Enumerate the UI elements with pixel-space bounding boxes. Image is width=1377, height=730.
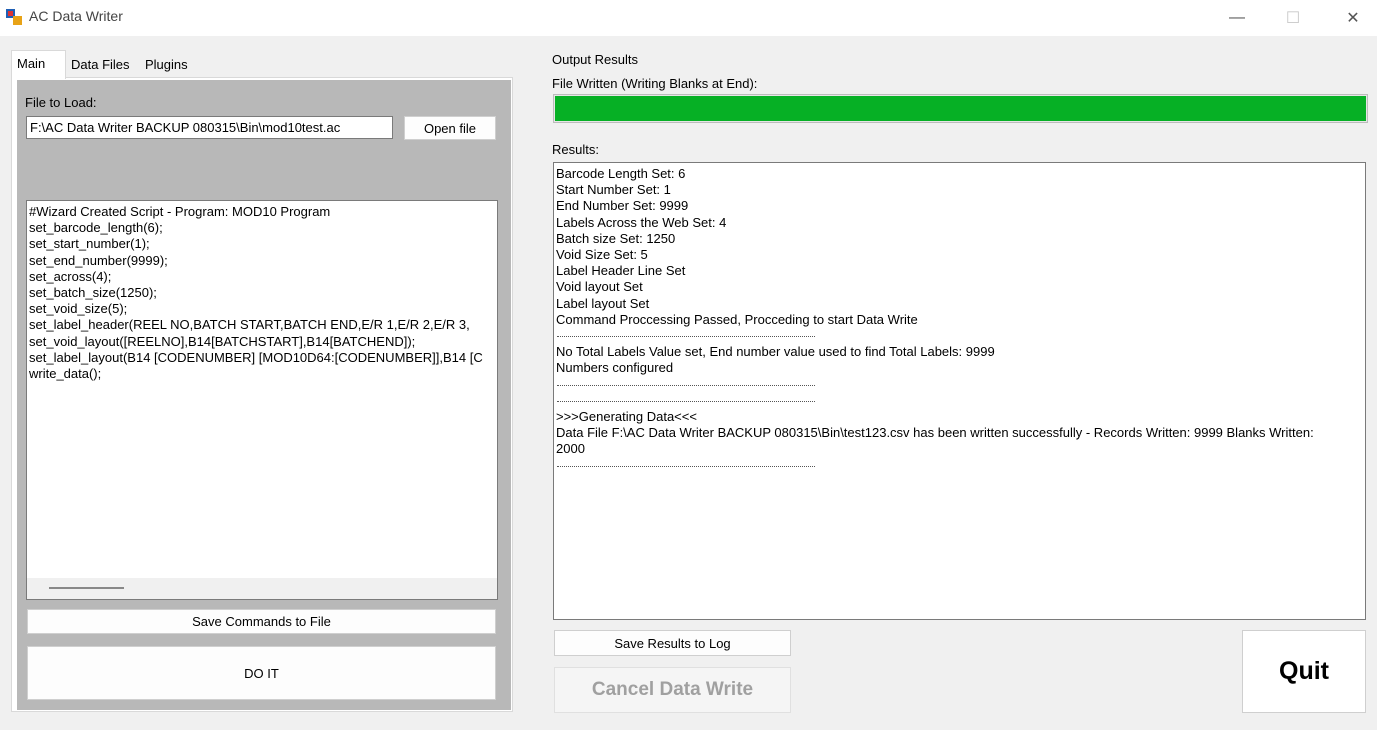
save-commands-button[interactable]: Save Commands to File — [27, 609, 496, 634]
result-line: Barcode Length Set: 6 — [556, 166, 686, 181]
minimize-icon: — — [1229, 9, 1245, 26]
maximize-icon: ☐ — [1285, 10, 1301, 27]
script-line: set_void_size(5); — [29, 301, 128, 317]
script-line: set_label_header(REEL NO,BATCH START,BAT… — [29, 317, 470, 333]
progress-label: File Written (Writing Blanks at End): — [552, 76, 758, 91]
do-it-button[interactable]: DO IT — [27, 646, 496, 700]
result-line: Label layout Set — [556, 295, 650, 311]
script-editor[interactable]: #Wizard Created Script - Program: MOD10 … — [26, 200, 498, 600]
progress-bar — [553, 94, 1368, 123]
title-bar — [0, 0, 1377, 36]
results-textbox[interactable]: Barcode Length Set: 6 Start Number Set: 1… — [553, 162, 1366, 620]
save-results-to-log-button[interactable]: Save Results to Log — [554, 630, 791, 656]
script-line: write_data(); — [29, 366, 102, 382]
script-line: #Wizard Created Script - Program: MOD10 … — [29, 204, 331, 219]
result-line: Data File F:\AC Data Writer BACKUP 08031… — [556, 425, 1314, 441]
horizontal-scrollbar[interactable] — [27, 578, 497, 599]
result-line: Start Number Set: 1 — [556, 182, 671, 198]
separator-line — [557, 465, 815, 467]
result-line: No Total Labels Value set, End number va… — [556, 344, 995, 360]
tab-main[interactable]: Main — [11, 50, 66, 79]
script-line: set_batch_size(1250); — [29, 285, 157, 301]
close-icon: ✕ — [1346, 10, 1360, 27]
scrollbar-thumb[interactable] — [49, 587, 124, 589]
script-line: set_end_number(9999); — [29, 252, 168, 268]
file-to-load-label: File to Load: — [25, 95, 97, 110]
result-line: Void layout Set — [556, 279, 643, 295]
output-results-label: Output Results — [552, 52, 638, 67]
progress-fill — [555, 96, 1366, 121]
result-line: Batch size Set: 1250 — [556, 230, 676, 246]
maximize-button[interactable]: ☐ — [1270, 0, 1316, 36]
result-line: >>>Generating Data<<< — [556, 409, 697, 424]
close-button[interactable]: ✕ — [1330, 0, 1376, 36]
script-line: set_barcode_length(6); — [29, 220, 163, 236]
result-line: Numbers configured — [556, 360, 674, 376]
app-icon — [6, 9, 22, 25]
script-line: set_across(4); — [29, 268, 112, 284]
script-line: set_label_layout(B14 [CODENUMBER] [MOD10… — [29, 349, 483, 365]
separator-line — [557, 336, 815, 337]
separator-line — [557, 384, 815, 386]
result-line: 2000 — [556, 441, 585, 457]
separator-line — [557, 400, 815, 402]
cancel-data-write-button[interactable]: Cancel Data Write — [554, 667, 791, 713]
result-line: Command Proccessing Passed, Procceding t… — [556, 311, 918, 327]
result-line: Label Header Line Set — [556, 263, 686, 279]
script-line: set_void_layout([REELNO],B14[BATCHSTART]… — [29, 333, 416, 349]
result-line: Void Size Set: 5 — [556, 247, 648, 262]
results-label: Results: — [552, 142, 599, 157]
tab-plugins[interactable]: Plugins — [140, 53, 193, 77]
file-path-input[interactable] — [26, 116, 393, 139]
result-line: Labels Across the Web Set: 4 — [556, 214, 727, 230]
script-line: set_start_number(1); — [29, 236, 150, 252]
result-line: End Number Set: 9999 — [556, 198, 689, 214]
quit-button[interactable]: Quit — [1242, 630, 1366, 713]
script-text: #Wizard Created Script - Program: MOD10 … — [29, 204, 483, 382]
tab-data-files[interactable]: Data Files — [66, 53, 135, 77]
minimize-button[interactable]: — — [1214, 0, 1260, 36]
open-file-button[interactable]: Open file — [404, 116, 496, 140]
window-title: AC Data Writer — [29, 8, 123, 24]
